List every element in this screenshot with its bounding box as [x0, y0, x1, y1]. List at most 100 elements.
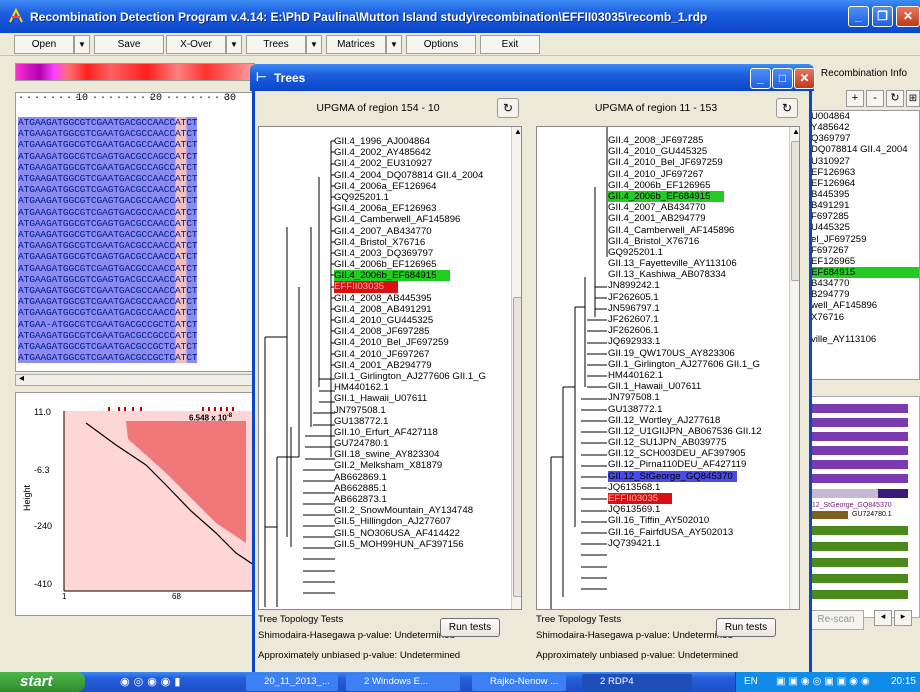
tree-leaf[interactable]: GII.4_2010_Bel_JF697259 — [605, 157, 762, 168]
event-bar-4[interactable] — [808, 446, 908, 455]
xover-dropdown[interactable]: ▼ — [226, 35, 242, 54]
task-item-3[interactable]: Rajko-Nenow ... — [472, 674, 566, 691]
tree-leaf[interactable]: GII.4_2007_AB434770 — [605, 202, 762, 213]
tree-leaf[interactable]: GU138772.1 — [605, 404, 762, 415]
tree-leaf[interactable]: JF262606.1 — [605, 325, 762, 336]
task-item-2[interactable]: 2 Windows E... — [346, 674, 460, 691]
recombinant-list-item[interactable]: U445325 — [811, 222, 919, 233]
left-scroll-up-icon[interactable]: ▲ — [514, 127, 521, 136]
recombinant-list-item[interactable] — [811, 323, 919, 334]
tree-leaf[interactable]: GII.4_2008_AB491291 — [331, 304, 486, 315]
close-button[interactable]: ✕ — [896, 6, 920, 27]
zoom-in-button[interactable]: + — [846, 90, 864, 107]
event-bar-10[interactable] — [808, 542, 908, 551]
event-bar-2[interactable] — [808, 418, 908, 427]
tree-leaf[interactable]: GII.4_2006a_EF126964 — [331, 181, 486, 192]
tree-leaf[interactable]: GII.4_2006b_EF126965 — [605, 180, 762, 191]
recombinant-list-item[interactable]: F697285 — [811, 211, 919, 222]
matrices-dropdown[interactable]: ▼ — [386, 35, 402, 54]
tree-leaf[interactable]: JF262605.1 — [605, 292, 762, 303]
recombinant-list-item[interactable]: EF126963 — [811, 167, 919, 178]
tree-leaf[interactable]: GII.4_2010_GU445325 — [331, 315, 486, 326]
tree-leaf[interactable]: JN797508.1 — [331, 405, 486, 416]
event-bar-9[interactable] — [808, 526, 908, 535]
open-dropdown[interactable]: ▼ — [74, 35, 90, 54]
task-item-4[interactable]: 2 RDP4 — [582, 674, 692, 691]
event-bar-3[interactable] — [808, 432, 908, 441]
recombination-info-tab[interactable]: Recombination Info — [808, 65, 920, 82]
tree-leaf[interactable]: JQ613569.1 — [605, 504, 762, 515]
grid-icon[interactable]: ⊞ — [906, 90, 920, 107]
left-run-tests-button[interactable]: Run tests — [440, 618, 500, 637]
tree-leaf[interactable]: HM440162.1 — [331, 382, 486, 393]
tree-leaf[interactable]: GII.4_2008_JF697285 — [605, 135, 762, 146]
tree-leaf[interactable]: GII.4_2004_DQ078814 GII.4_2004 — [331, 170, 486, 181]
tree-leaf[interactable]: GII.12_SCH003DEU_AF397905 — [605, 448, 762, 459]
dialog-close-button[interactable]: ✕ — [794, 68, 815, 89]
rescan-button[interactable]: Re-scan — [808, 610, 864, 630]
tree-leaf[interactable]: GII.2_Melksham_X81879 — [331, 460, 486, 471]
recombinant-list-item[interactable]: EF126965 — [811, 256, 919, 267]
tree-leaf[interactable]: GII.4_Camberwell_AF145896 — [605, 225, 762, 236]
language-indicator[interactable]: EN — [744, 672, 758, 692]
recombinant-list-item[interactable]: well_AF145896 — [811, 300, 919, 311]
recombinant-list-item[interactable]: B434770 — [811, 278, 919, 289]
prev-icon[interactable]: ◂ — [874, 610, 892, 626]
tree-leaf[interactable]: GII.5_Hillingdon_AJ277607 — [331, 516, 486, 527]
tree-leaf[interactable]: JQ692933.1 — [605, 336, 762, 347]
tree-leaf[interactable]: GII.4_Camberwell_AF145896 — [331, 214, 486, 225]
right-tree-scrollbar[interactable]: ▲ — [789, 127, 799, 609]
tree-leaf[interactable]: GII.12_StGeorge_GQ845370 — [605, 470, 762, 482]
tree-leaf[interactable]: GII.4_2006b_EF684915 — [331, 270, 486, 282]
right-refresh-icon[interactable]: ↻ — [776, 98, 798, 118]
dialog-maximize-button[interactable]: □ — [772, 68, 793, 89]
open-button[interactable]: Open — [14, 35, 74, 54]
tree-leaf[interactable]: GII.5_MOH99HUN_AF397156 — [331, 539, 486, 550]
scroll-left-icon[interactable]: ◂ — [19, 373, 24, 384]
recombinant-list-item[interactable]: DQ078814 GII.4_2004 — [811, 144, 919, 155]
next-icon[interactable]: ▸ — [894, 610, 912, 626]
save-button[interactable]: Save — [94, 35, 164, 54]
start-button[interactable]: start — [0, 672, 85, 692]
event-bar-7[interactable] — [808, 489, 908, 498]
recombinant-list-item[interactable]: B294779 — [811, 289, 919, 300]
tree-leaf[interactable]: GQ925201.1 — [331, 192, 486, 203]
event-bar-5[interactable] — [808, 460, 908, 469]
dialog-minimize-button[interactable]: _ — [750, 68, 771, 89]
recombinant-list-item[interactable]: Q369797 — [811, 133, 919, 144]
recombinant-list-item[interactable]: Y485642 — [811, 122, 919, 133]
left-refresh-icon[interactable]: ↻ — [497, 98, 519, 118]
tree-leaf[interactable]: GII.12_Pirna110DEU_AF427119 — [605, 459, 762, 470]
tree-leaf[interactable]: GII.5_NO306USA_AF414422 — [331, 528, 486, 539]
tree-leaf[interactable]: GII.4_2001_AB294779 — [605, 213, 762, 224]
tree-leaf[interactable]: GII.4_Bristol_X76716 — [605, 236, 762, 247]
event-bar-6[interactable] — [808, 474, 908, 483]
tree-leaf[interactable]: GII.1_Hawaii_U07611 — [331, 393, 486, 404]
tree-leaf[interactable]: GII.12_SU1JPN_AB039775 — [605, 437, 762, 448]
tree-leaf[interactable]: GII.4_1996_AJ004864 — [331, 136, 486, 147]
tree-leaf[interactable]: GII.13_Fayetteville_AY113106 — [605, 258, 762, 269]
tree-leaf[interactable]: GII.16_Tiffin_AY502010 — [605, 515, 762, 526]
tree-leaf[interactable]: GII.4_2003_DQ369797 — [331, 248, 486, 259]
recombinant-list-item[interactable]: B445395 — [811, 189, 919, 200]
quick-launch-icons[interactable]: ◉◎◉◉▮ — [120, 675, 230, 689]
tree-leaf[interactable]: GII.4_2008_JF697285 — [331, 326, 486, 337]
tree-leaf[interactable]: GII.4_2006b_EF684915 — [605, 190, 762, 203]
minimize-button[interactable]: _ — [848, 6, 869, 27]
tree-leaf[interactable]: GII.4_2001_AB294779 — [331, 360, 486, 371]
event-bar-11[interactable] — [808, 558, 908, 567]
tree-leaf[interactable]: GQ925201.1 — [605, 247, 762, 258]
tree-leaf[interactable]: EFFII03035 — [605, 493, 762, 505]
tree-leaf[interactable]: GII.1_Girlington_AJ277606 GII.1_G — [331, 371, 486, 382]
recombinant-list-item[interactable]: X76716 — [811, 312, 919, 323]
tree-leaf[interactable]: GII.1_Girlington_AJ277606 GII.1_G — [605, 359, 762, 370]
left-tree-scroll-thumb[interactable] — [513, 297, 521, 597]
alignment-horizontal-scrollbar[interactable]: ◂ — [15, 373, 255, 386]
tree-leaf[interactable]: GII.12_Wortley_AJ277618 — [605, 415, 762, 426]
tree-leaf[interactable]: EFFII03035 — [331, 281, 486, 293]
maximize-button[interactable]: ❐ — [872, 6, 893, 27]
event-bar-1[interactable] — [808, 404, 908, 413]
recombinant-list-item[interactable]: U004864 — [811, 111, 919, 122]
tree-leaf[interactable]: GII.4_2008_AB445395 — [331, 293, 486, 304]
tree-leaf[interactable]: GII.16_FairfdUSA_AY502013 — [605, 527, 762, 538]
